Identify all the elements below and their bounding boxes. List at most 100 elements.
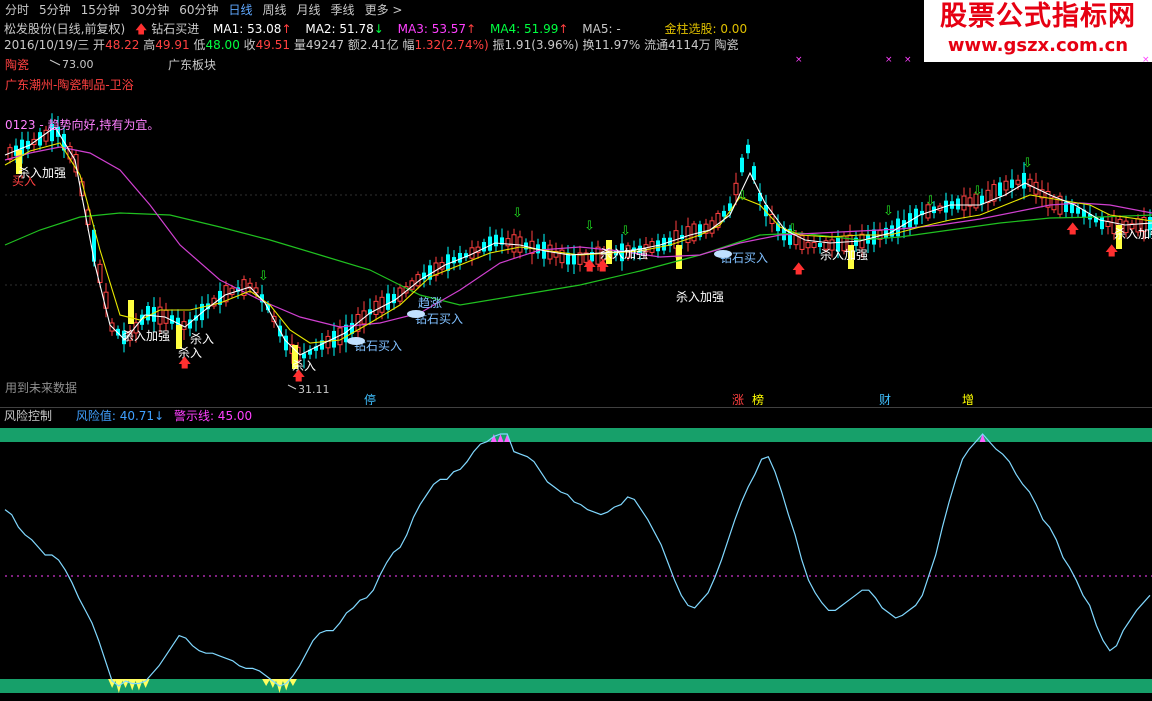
- tab-60min[interactable]: 60分钟: [174, 0, 223, 20]
- candle: [998, 182, 1002, 196]
- event-increase[interactable]: 增: [962, 393, 974, 405]
- buy-arrow-icon: 🡅: [292, 369, 305, 384]
- tab-more[interactable]: 更多 >: [360, 0, 408, 20]
- sell-arrow-icon: ⇩: [737, 189, 748, 204]
- candle: [1010, 179, 1014, 188]
- warn-value: 警示线: 45.00: [173, 409, 253, 423]
- candle: [691, 223, 697, 242]
- sell-arrow-icon: ⇩: [258, 269, 269, 284]
- candle: [961, 195, 967, 211]
- max-price-label: 73.00: [62, 58, 94, 71]
- max-pointer: [49, 59, 61, 66]
- tab-minute[interactable]: 分时: [0, 0, 34, 20]
- float-value: 流通4114万: [644, 38, 711, 52]
- tab-weekly[interactable]: 周线: [258, 0, 292, 20]
- ma1-value: MA1: 53.08: [213, 22, 282, 36]
- change-value: 1.32(2.74%): [414, 38, 489, 52]
- stock-name: 松发股份(日线,前复权): [4, 22, 126, 36]
- add-signal: 杀入加强: [1114, 226, 1152, 241]
- diamond-icon: [407, 310, 425, 318]
- ma3-value: MA3: 53.57: [397, 22, 467, 36]
- ma2-line: [4, 142, 1152, 344]
- sell-arrow-icon: ⇩: [972, 184, 983, 199]
- risk-line: [4, 433, 1151, 687]
- ma4-up-icon: ↑: [558, 22, 569, 36]
- price-info-row: 2016/10/19/三 开48.22 高49.91 低48.00 收49.51…: [4, 37, 739, 53]
- diamond-icon: [714, 250, 732, 258]
- up-arrow-icon: 🡅: [135, 22, 148, 36]
- event-limit-up[interactable]: 涨: [732, 392, 744, 405]
- candle: [488, 236, 492, 251]
- buy-arrow-icon: 🡅: [1066, 222, 1079, 237]
- sector-value: 陶瓷: [714, 38, 739, 52]
- signal-candle: [676, 245, 682, 269]
- candle: [818, 242, 822, 248]
- region-tag: 广东板块: [168, 58, 216, 72]
- add-signal: 杀入加强: [820, 247, 868, 262]
- buy-arrow-icon: 🡅: [792, 262, 805, 277]
- candle: [740, 157, 744, 173]
- candlestick-group: [7, 113, 1152, 369]
- signal-candle: [128, 300, 134, 324]
- gold-pillar-value: 金柱选股: 0.00: [664, 22, 748, 36]
- trend-note: 0123 - 趋势向好,持有为宜。: [5, 117, 159, 132]
- tab-daily[interactable]: 日线: [224, 0, 258, 20]
- signal-label: 钻石买进: [151, 22, 200, 36]
- candle: [1076, 207, 1080, 214]
- candle: [386, 293, 390, 310]
- sell-arrow-icon: ⇩: [883, 204, 894, 219]
- mark-icon: ×: [885, 55, 893, 65]
- ma2-value: MA2: 51.78: [305, 22, 374, 36]
- tab-15min[interactable]: 15分钟: [76, 0, 125, 20]
- candle: [1015, 179, 1021, 185]
- candle: [746, 144, 750, 154]
- buy-arrow-icon: 🡅: [178, 356, 191, 371]
- risk-extreme-fills: [108, 434, 986, 693]
- future-data-note: 用到未来数据: [5, 380, 77, 395]
- tab-30min[interactable]: 30分钟: [125, 0, 174, 20]
- high-value: 49.91: [155, 38, 190, 52]
- event-finance[interactable]: 财: [879, 393, 891, 405]
- low-value: 48.00: [205, 38, 240, 52]
- candle: [722, 210, 726, 217]
- candle: [1100, 216, 1104, 230]
- event-list[interactable]: 榜: [752, 392, 764, 405]
- open-value: 48.22: [105, 38, 140, 52]
- ma1-up-icon: ↑: [281, 22, 292, 36]
- candle: [1070, 204, 1074, 214]
- candle: [379, 296, 385, 313]
- risk-chart[interactable]: [0, 424, 1152, 701]
- candle: [811, 242, 817, 248]
- buy-arrow-icon: 🡅: [1105, 244, 1118, 259]
- tab-monthly[interactable]: 月线: [292, 0, 326, 20]
- tab-5min[interactable]: 5分钟: [34, 0, 76, 20]
- sell-arrow-icon: ⇩: [512, 206, 523, 221]
- open-key: 开: [93, 38, 106, 52]
- add-signal: 杀入加强: [18, 165, 66, 180]
- candle: [505, 238, 511, 247]
- min-price-label: 31.11: [298, 383, 330, 396]
- ma3-line: [4, 146, 1152, 328]
- mark-icon: ×: [1142, 55, 1150, 65]
- diamond-icon: [347, 337, 365, 345]
- volume-value: 量49247: [293, 38, 345, 52]
- add-signal: 杀入加强: [122, 328, 170, 343]
- candle: [805, 241, 811, 249]
- candle: [482, 242, 486, 252]
- ma4-value: MA4: 51.99: [489, 22, 559, 36]
- tab-more-label: 更多: [364, 3, 389, 17]
- tab-quarterly[interactable]: 季线: [326, 0, 360, 20]
- high-key: 高: [143, 38, 156, 52]
- risk-down-icon: ↓: [154, 409, 165, 423]
- sell-arrow-icon: ⇩: [1022, 156, 1033, 171]
- mark-icon: ×: [904, 55, 912, 65]
- event-halt[interactable]: 停: [364, 392, 376, 405]
- risk-header: 风险控制 风险值: 40.71↓ 警示线: 45.00: [4, 408, 252, 424]
- kline-chart[interactable]: 陶瓷 广东板块 广东潮州-陶瓷制品-卫浴 0123 - 趋势向好,持有为宜。 用…: [0, 55, 1152, 405]
- candle: [1003, 180, 1009, 191]
- amount-value: 额2.41亿: [347, 38, 399, 52]
- close-key: 收: [243, 38, 256, 52]
- candle: [152, 307, 156, 322]
- chevron-right-icon: >: [392, 3, 403, 17]
- rise-signal: 趋涨: [418, 295, 442, 310]
